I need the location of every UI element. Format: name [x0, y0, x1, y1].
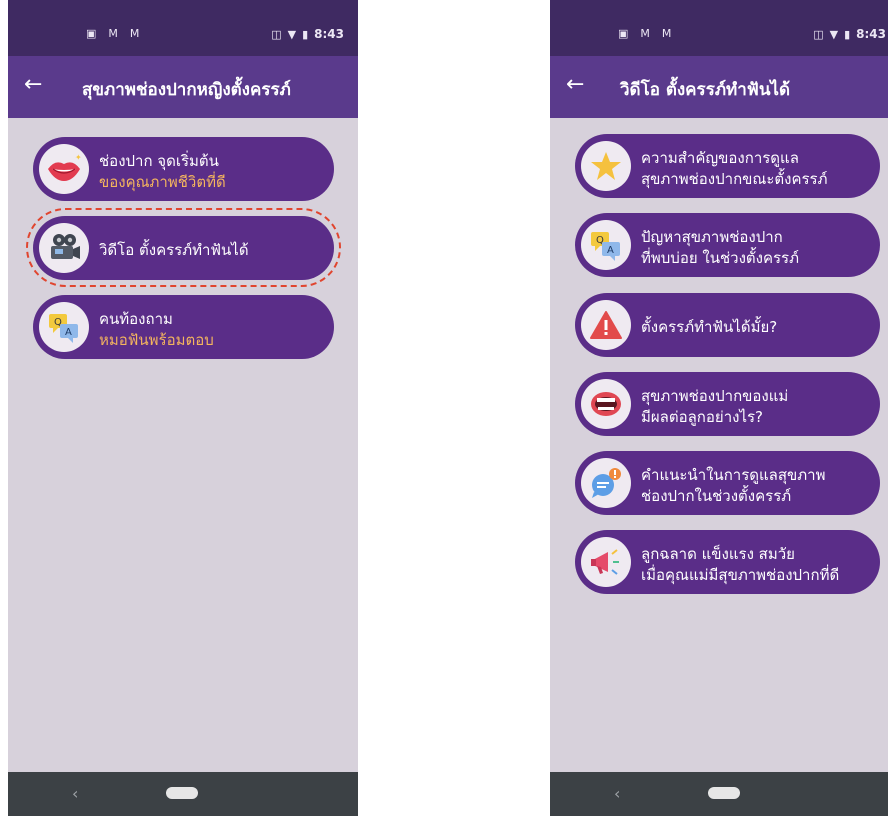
- svg-text:A: A: [65, 327, 72, 338]
- video-item-mother-effect[interactable]: สุขภาพช่องปากของแม่ มีผลต่อลูกอย่างไร?: [575, 372, 880, 436]
- system-nav-bar: ‹: [8, 772, 358, 816]
- system-nav-bar: ‹: [550, 772, 888, 816]
- right-phone-screen: ▣ M M ◫ ▼ ▮ 8:43 ← วิดีโอ ตั้งครรภ์ทำฟัน…: [550, 0, 888, 816]
- sim-card-icon: ▣: [86, 27, 97, 40]
- speech-bubble-icon: [581, 458, 631, 508]
- page-title: วิดีโอ ตั้งครรภ์ทำฟันได้: [620, 80, 791, 100]
- video-item-line2: เมื่อคุณแม่มีสุขภาพช่องปากที่ดี: [641, 566, 840, 584]
- megaphone-icon: [581, 537, 631, 587]
- battery-icon: ▮: [302, 27, 309, 41]
- video-item-advice[interactable]: คำแนะนำในการดูแลสุขภาพ ช่องปากในช่วงตั้ง…: [575, 451, 880, 515]
- menu-item-line2: หมอฟันพร้อมตอบ: [99, 331, 214, 349]
- gmail-icon: M: [129, 27, 140, 40]
- status-time: 8:43: [314, 27, 344, 41]
- page-title: สุขภาพช่องปากหญิงตั้งครรภ์: [82, 80, 291, 100]
- sim-card-icon: ▣: [618, 27, 629, 40]
- menu-item-oral-health[interactable]: ✦ ช่องปาก จุดเริ่มต้น ของคุณภาพชีวิตที่ด…: [33, 137, 334, 201]
- video-item-importance[interactable]: ความสำคัญของการดูแล สุขภาพช่องปากขณะตั้ง…: [575, 134, 880, 198]
- qa-chat-icon: Q A: [581, 220, 631, 270]
- star-icon: [581, 141, 631, 191]
- menu-item-ask-dentist[interactable]: Q A คนท้องถาม หมอฟันพร้อมตอบ: [33, 295, 334, 359]
- nav-back-icon[interactable]: ‹: [614, 784, 620, 803]
- qa-chat-icon: Q A: [39, 302, 89, 352]
- open-mouth-icon: [581, 379, 631, 429]
- video-item-line2: ที่พบบ่อย ในช่วงตั้งครรภ์: [641, 249, 799, 267]
- video-item-line2: มีผลต่อลูกอย่างไร?: [641, 408, 763, 426]
- gmail-icon: M: [640, 27, 650, 40]
- video-item-line1: ตั้งครรภ์ทำฟันได้มั้ย?: [641, 318, 778, 336]
- back-arrow-icon[interactable]: ←: [24, 74, 42, 96]
- vibrate-icon: ◫: [813, 27, 824, 41]
- status-bar: ▣ M M ◫ ▼ ▮ 8:43: [8, 0, 358, 56]
- app-bar: ← วิดีโอ ตั้งครรภ์ทำฟันได้: [550, 56, 888, 118]
- nav-home-button[interactable]: [166, 787, 198, 799]
- svg-text:A: A: [607, 245, 614, 256]
- left-phone-screen: ▣ M M ◫ ▼ ▮ 8:43 ← สุขภาพช่องปากหญิงตั้ง…: [8, 0, 358, 816]
- gmail-icon: M: [661, 27, 672, 40]
- back-arrow-icon[interactable]: ←: [566, 74, 584, 96]
- video-item-common-problems[interactable]: Q A ปัญหาสุขภาพช่องปาก ที่พบบ่อย ในช่วงต…: [575, 213, 880, 277]
- nav-home-button[interactable]: [708, 787, 740, 799]
- video-item-line2: ช่องปากในช่วงตั้งครรภ์: [641, 487, 792, 505]
- svg-text:✦: ✦: [75, 153, 82, 162]
- video-item-line2: สุขภาพช่องปากขณะตั้งครรภ์: [641, 170, 828, 188]
- menu-item-line2: ของคุณภาพชีวิตที่ดี: [99, 173, 226, 191]
- wifi-icon: ▼: [287, 27, 297, 41]
- battery-icon: ▮: [844, 27, 851, 41]
- selection-highlight: [26, 208, 341, 287]
- vibrate-icon: ◫: [271, 27, 282, 41]
- status-time: 8:43: [856, 27, 886, 41]
- lips-icon: ✦: [39, 144, 89, 194]
- gmail-icon: M: [108, 27, 118, 40]
- video-item-healthy-child[interactable]: ลูกฉลาด แข็งแรง สมวัย เมื่อคุณแม่มีสุขภา…: [575, 530, 880, 594]
- nav-back-icon[interactable]: ‹: [72, 784, 78, 803]
- video-item-can-treat[interactable]: ตั้งครรภ์ทำฟันได้มั้ย?: [575, 293, 880, 357]
- warning-icon: [581, 300, 631, 350]
- app-bar: ← สุขภาพช่องปากหญิงตั้งครรภ์: [8, 56, 358, 118]
- wifi-icon: ▼: [829, 27, 839, 41]
- status-bar: ▣ M M ◫ ▼ ▮ 8:43: [550, 0, 888, 56]
